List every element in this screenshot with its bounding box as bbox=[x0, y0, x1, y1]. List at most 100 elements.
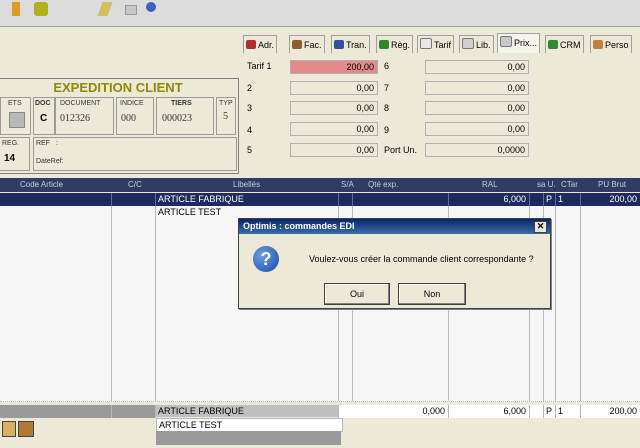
row1-ctar: 1 bbox=[556, 193, 581, 206]
col-pubrut-header[interactable]: PU Brut bbox=[598, 180, 626, 189]
tarif7-label: 7 bbox=[384, 83, 390, 93]
tab-prix[interactable]: Prix... bbox=[497, 33, 541, 54]
indice-cell[interactable]: INDICE 000 bbox=[116, 97, 154, 135]
dateref-label: DateRef: bbox=[36, 158, 64, 165]
tarif1-value[interactable]: 200,00 bbox=[290, 60, 378, 74]
tarif2-value[interactable]: 0,00 bbox=[290, 81, 378, 95]
doc-label: DOC bbox=[35, 100, 51, 107]
no-button[interactable]: Non bbox=[398, 283, 466, 305]
tab-perso[interactable]: Perso bbox=[590, 35, 632, 54]
col-libelles-header[interactable]: Libellés bbox=[233, 180, 260, 189]
tarif7-value[interactable]: 0,00 bbox=[425, 81, 529, 95]
tarif5-value[interactable]: 0,00 bbox=[290, 143, 378, 157]
table-row[interactable] bbox=[0, 323, 640, 337]
truck-icon bbox=[334, 40, 344, 49]
shield-check-icon[interactable] bbox=[146, 2, 156, 12]
tab-lib[interactable]: Lib. bbox=[459, 35, 494, 54]
table-row[interactable] bbox=[0, 388, 640, 402]
toolbar-icon-1[interactable] bbox=[12, 2, 20, 16]
money-icon bbox=[379, 40, 389, 49]
lib-icon bbox=[462, 38, 474, 49]
footer-gray-bar bbox=[156, 431, 341, 445]
col-ral-header[interactable]: RAL bbox=[482, 180, 498, 189]
total-pu: 200,00 bbox=[581, 405, 640, 418]
address-icon bbox=[246, 40, 256, 49]
tab-reg[interactable]: Règ. bbox=[376, 35, 414, 54]
yes-button[interactable]: Oui bbox=[324, 283, 390, 305]
tarif3-value[interactable]: 0,00 bbox=[290, 101, 378, 115]
ets-label: ETS bbox=[8, 100, 22, 107]
indice-label: INDICE bbox=[120, 100, 144, 107]
row1-unit: P bbox=[544, 193, 556, 206]
crm-icon bbox=[548, 40, 558, 49]
table-row[interactable] bbox=[0, 336, 640, 350]
person-icon bbox=[593, 40, 603, 49]
tarif8-value[interactable]: 0,00 bbox=[425, 101, 529, 115]
dialog-titlebar[interactable]: Optimis : commandes EDI ✕ bbox=[239, 219, 550, 234]
table-row[interactable] bbox=[0, 375, 640, 389]
tab-fac[interactable]: Fac. bbox=[289, 35, 325, 54]
page-title: EXPEDITION CLIENT bbox=[53, 80, 183, 95]
table-row[interactable] bbox=[0, 349, 640, 363]
table-row[interactable]: ARTICLE FABRIQUE 6,000 P 1 200,00 bbox=[0, 193, 640, 207]
table-header: Code Article C/C Libellés S/A Qté exp. R… bbox=[0, 178, 640, 192]
row1-ral: 6,000 bbox=[449, 193, 530, 206]
col-cc-header[interactable]: C/C bbox=[128, 180, 142, 189]
ref-value: : bbox=[56, 140, 58, 147]
toolbar-icon-2[interactable] bbox=[34, 2, 48, 16]
document-label: DOCUMENT bbox=[60, 100, 101, 107]
tarif9-label: 9 bbox=[384, 125, 390, 135]
total-ral: 6,000 bbox=[449, 405, 530, 418]
tarif6-value[interactable]: 0,00 bbox=[425, 60, 529, 74]
total2-libelle: ARTICLE TEST bbox=[156, 418, 343, 432]
tarif4-label: 4 bbox=[247, 125, 253, 135]
tiers-value: 000023 bbox=[162, 113, 192, 124]
ref-label: REF bbox=[36, 140, 50, 147]
tab-crm[interactable]: CRM bbox=[545, 35, 584, 54]
ref-cell[interactable]: REF : DateRef: bbox=[33, 137, 237, 171]
tarif5-label: 5 bbox=[247, 145, 253, 155]
typ-cell[interactable]: TYP 5 bbox=[216, 97, 236, 135]
port-value[interactable]: 0,0000 bbox=[425, 143, 529, 157]
tab-tran[interactable]: Tran. bbox=[331, 35, 370, 54]
table-row[interactable] bbox=[0, 310, 640, 324]
total-qte: 0,000 bbox=[339, 405, 449, 418]
doc-cell[interactable]: DOC C bbox=[33, 97, 55, 135]
tariff-icon bbox=[420, 38, 432, 49]
total-ctar: 1 bbox=[556, 405, 581, 418]
tarif8-label: 8 bbox=[384, 103, 390, 113]
invoice-icon bbox=[292, 40, 302, 49]
ets-cell[interactable]: ETS bbox=[0, 97, 31, 135]
confirm-dialog: Optimis : commandes EDI ✕ ? Voulez-vous … bbox=[238, 218, 551, 309]
col-sa-header[interactable]: S/A bbox=[341, 180, 354, 189]
reg-value: 14 bbox=[4, 153, 16, 164]
ets-box[interactable] bbox=[9, 112, 25, 128]
card-icon[interactable] bbox=[125, 5, 137, 15]
tarif3-label: 3 bbox=[247, 103, 253, 113]
tarif4-value[interactable]: 0,00 bbox=[290, 122, 378, 136]
tab-adr[interactable]: Adr. bbox=[243, 35, 278, 54]
document-cell[interactable]: DOCUMENT 012326 bbox=[55, 97, 114, 135]
total-unit: P bbox=[544, 405, 556, 418]
indice-value: 000 bbox=[121, 113, 136, 124]
close-icon[interactable]: ✕ bbox=[534, 221, 547, 233]
col-sau-header[interactable]: sa U. bbox=[537, 180, 556, 189]
top-toolbar bbox=[0, 0, 640, 27]
tarif1-label: Tarif 1 bbox=[247, 61, 272, 71]
col-qte-header[interactable]: Qté exp. bbox=[368, 180, 398, 189]
box-icon[interactable] bbox=[18, 421, 34, 437]
table-row[interactable] bbox=[0, 362, 640, 376]
pencil-icon[interactable] bbox=[97, 2, 113, 16]
port-label: Port Un. bbox=[384, 145, 418, 155]
col-ctar-header[interactable]: CTar bbox=[561, 180, 578, 189]
question-icon: ? bbox=[253, 246, 279, 272]
tarif9-value[interactable]: 0,00 bbox=[425, 122, 529, 136]
row1-pu: 200,00 bbox=[609, 194, 637, 204]
nav-button-1[interactable] bbox=[2, 421, 16, 437]
reg-cell[interactable]: REG. 14 bbox=[0, 137, 30, 171]
tiers-label: TIERS bbox=[171, 100, 192, 107]
tab-tarif[interactable]: Tarif bbox=[417, 35, 455, 54]
tiers-cell[interactable]: TIERS 000023 bbox=[156, 97, 214, 135]
col-code-header[interactable]: Code Article bbox=[20, 180, 63, 189]
price-icon bbox=[500, 36, 512, 47]
